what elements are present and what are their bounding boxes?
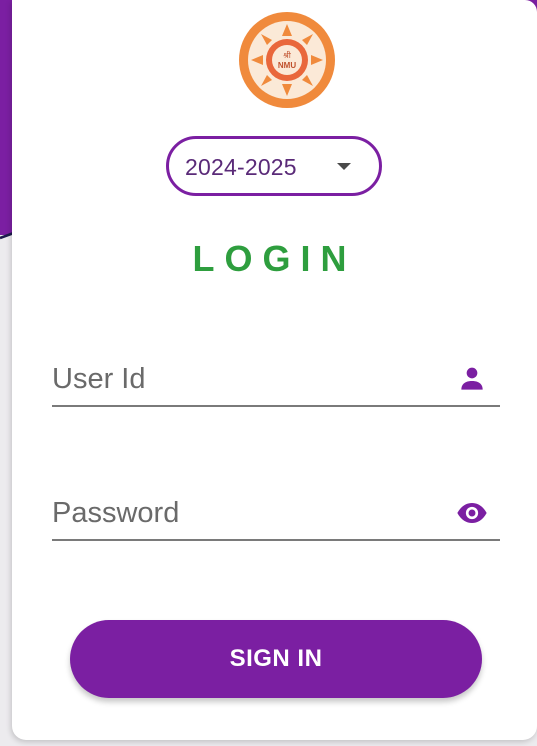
selected-year: 2024-2025 [185,154,297,180]
user-id-input[interactable] [52,359,432,399]
person-icon [461,367,483,390]
eye-icon[interactable] [456,497,488,529]
password-input[interactable] [52,493,432,533]
academic-year-select[interactable]: 2024-2025 [166,136,382,196]
login-title: LOGIN [192,238,357,279]
emblem-text: श्री [283,50,292,60]
sign-in-button[interactable]: SIGN IN [70,620,482,698]
caret-down-icon[interactable] [337,163,351,170]
university-emblem-icon: श्री NMU [239,12,335,108]
user-id-field[interactable] [52,355,500,407]
emblem-abbr: NMU [278,61,296,70]
password-field[interactable] [52,489,500,541]
